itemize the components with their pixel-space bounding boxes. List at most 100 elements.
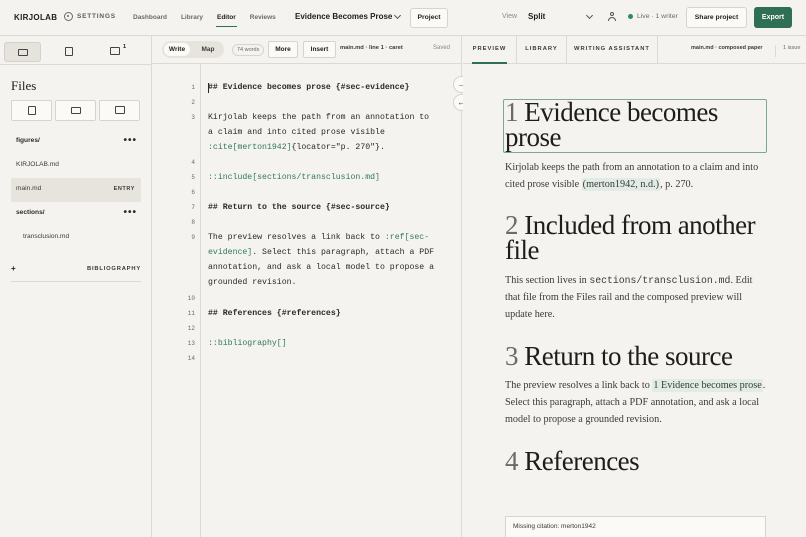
section-title: Evidence becomes prose [505,97,718,152]
cross-reference-link[interactable]: 1 Evidence becomes prose [652,379,763,392]
files-title: Files [11,78,37,93]
tree-file-transclusion[interactable]: transclusion.md [11,226,141,250]
citation-link[interactable]: (merton1942, n.d.) [581,178,661,191]
settings-label: SETTINGS [77,13,116,20]
section-heading-3: 3 Return to the source [505,341,767,371]
map-mode-button[interactable]: Map [195,43,221,56]
folder-icon [18,49,28,56]
section-paragraph-3[interactable]: The preview resolves a link back to 1 Ev… [505,377,767,428]
section-title: Return to the source [524,341,733,371]
tab-writing-assistant[interactable]: WRITING ASSISTANT [567,36,658,64]
tree-file-kirjolab[interactable]: KIRJOLAB.md [11,154,141,178]
line-number: 12 [187,325,195,332]
missing-citation-notice: Missing citation: merton1942 [505,516,766,537]
settings-button[interactable]: SETTINGS [64,12,116,21]
line-number: 7 [191,204,195,211]
document-title[interactable]: Evidence Becomes Prose [295,12,392,21]
new-folder-button[interactable] [55,100,96,121]
ref-directive: evidence] [208,248,253,257]
nav-tab-library[interactable]: Library [174,0,210,36]
section-number: 4 [505,446,519,476]
mode-toggle[interactable]: Write Map [162,41,224,58]
code-line-1: ## Evidence becomes prose {#sec-evidence… [208,83,410,92]
section-title: Included from another file [505,210,756,265]
editor-pane: Write Map 74 words More Insert main.md ·… [152,36,462,537]
tree-label: KIRJOLAB.md [16,161,59,168]
main-nav: Dashboard Library Editor Reviews [126,0,283,36]
chevron-down-icon[interactable] [393,11,402,20]
live-status: Live · 1 writer [628,13,678,20]
paragraph-text: This section lives in [505,275,590,286]
paragraph-text: , p. 270. [660,179,694,190]
image-icon [115,106,125,114]
new-file-button[interactable] [11,100,52,121]
file-tree: figures/ ••• KIRJOLAB.md main.md ENTRY sec… [11,130,141,250]
code-line-9a: The preview resolves a link back to :ref… [208,233,429,242]
code-line-9b: evidence]. Select this paragraph, attach… [208,248,434,257]
composed-paper: 1 Evidence becomes prose Kirjolab keeps … [503,99,767,476]
cite-directive: :cite[merton1942] [208,143,292,152]
word-count: 74 words [232,44,265,56]
comments-tab-button[interactable]: 1 [98,42,135,62]
entry-badge: ENTRY [113,186,135,192]
section-paragraph-2[interactable]: This section lives in sections/transclus… [505,272,767,323]
nav-tab-editor[interactable]: Editor [210,0,243,36]
line-number: 6 [191,189,195,196]
ref-directive: :ref[sec- [384,233,430,242]
tree-folder-sections[interactable]: sections/ ••• [11,202,141,226]
write-mode-button[interactable]: Write [164,43,190,56]
tree-label: sections/ [16,209,45,216]
code-line-3c: :cite[merton1942]{locator="p. 270"}. [208,143,385,152]
section-heading-2: 2 Included from another file [505,210,767,265]
code-line-5: ::include[sections/transclusion.md] [208,173,380,182]
preview-file-label: main.md · composed paper [691,45,763,51]
export-button[interactable]: Export [754,7,792,28]
new-file-icon [28,106,36,115]
nav-tab-dashboard[interactable]: Dashboard [126,0,174,36]
tree-label: main.md [16,185,42,192]
issue-count[interactable]: 1 issue [775,45,800,57]
insert-button[interactable]: Insert [303,41,336,58]
view-select[interactable]: Split [528,12,545,21]
add-image-button[interactable] [99,100,140,121]
library-tab-button[interactable] [51,42,88,62]
section-paragraph-1[interactable]: Kirjolab keeps the path from an annotati… [505,159,767,193]
book-icon [65,47,73,56]
line-number: 3 [191,114,195,121]
more-button[interactable]: More [268,41,298,58]
code-line-9d: grounded revision. [208,278,297,287]
line-number: 4 [191,159,195,166]
live-status-text: Live · 1 writer [637,13,678,20]
code-line-13: ::bibliography[] [208,339,287,348]
line-number: 5 [191,174,195,181]
comment-icon [110,47,120,55]
nav-tab-reviews[interactable]: Reviews [243,0,283,36]
plus-icon[interactable]: + [11,264,16,273]
share-project-button[interactable]: Share project [686,7,747,28]
brand-logo[interactable]: KIRJOLAB [14,13,57,22]
tree-folder-figures[interactable]: figures/ ••• [11,130,141,154]
line-number: 2 [191,99,195,106]
files-tab-button[interactable] [4,42,41,62]
top-bar: KIRJOLAB SETTINGS Dashboard Library Edit… [0,0,806,36]
bibliography-section[interactable]: + BIBLIOGRAPHY [11,262,141,282]
project-button[interactable]: Project [410,8,448,28]
code-line-7: ## Return to the source {#sec-source} [208,203,390,212]
sidebar: 1 Files figures/ ••• KIRJOLAB.md main.md E… [0,36,167,537]
tab-library[interactable]: LIBRARY [517,36,567,64]
editor-toolbar: Write Map 74 words More Insert main.md ·… [152,36,462,64]
more-options-icon[interactable]: ••• [123,130,137,152]
chevron-down-icon[interactable] [585,11,594,20]
line-number: 8 [191,219,195,226]
preview-pane: PREVIEW LIBRARY WRITING ASSISTANT main.m… [463,36,806,537]
paragraph-text: The preview resolves a link back to [505,380,653,391]
line-number: 11 [187,310,195,317]
tree-label: transclusion.md [23,233,70,240]
line-number: 13 [187,340,195,347]
tab-preview[interactable]: PREVIEW [463,36,517,64]
section-heading-1[interactable]: 1 Evidence becomes prose [503,99,767,153]
user-icon[interactable] [608,12,616,22]
more-options-icon[interactable]: ••• [123,202,137,224]
code-line-9c: annotation, and ask a local model to pro… [208,263,435,272]
tree-file-main[interactable]: main.md ENTRY [11,178,141,202]
